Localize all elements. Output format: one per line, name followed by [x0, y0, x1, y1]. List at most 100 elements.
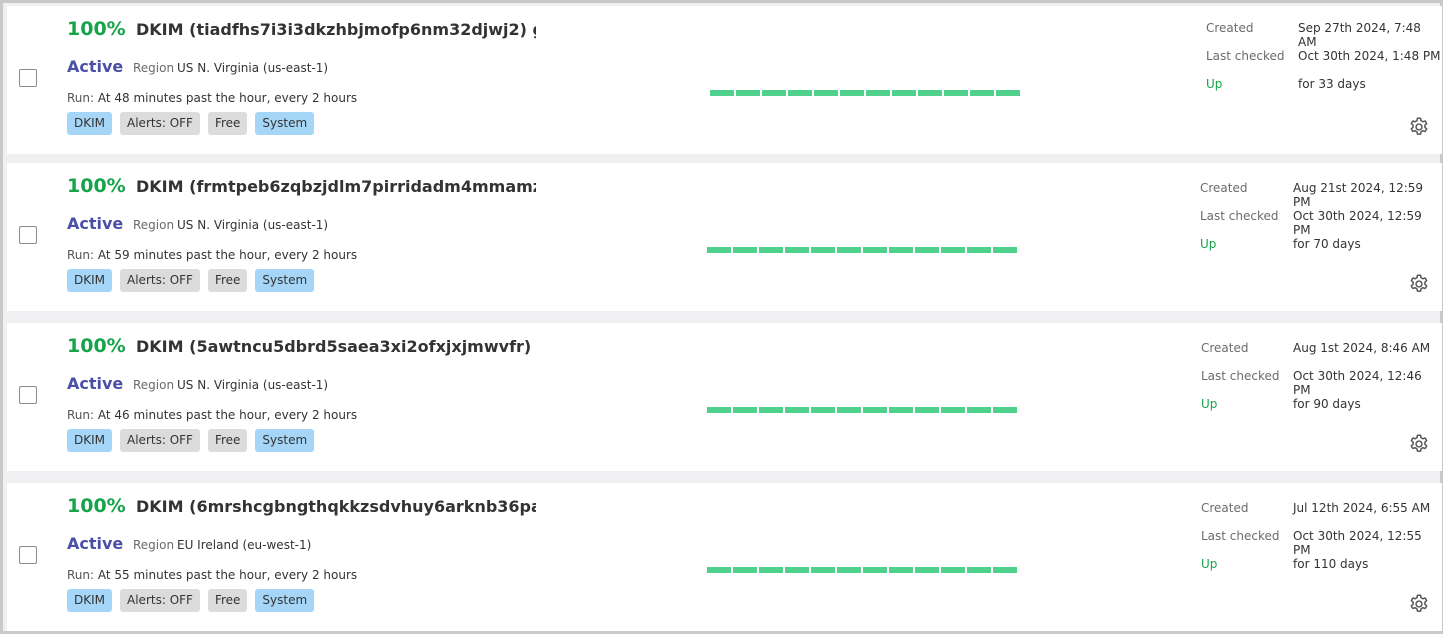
uptime-bar-segment[interactable] [788, 90, 812, 96]
monitor-title[interactable]: DKIM (5awtncu5dbrd5saea3xi2ofxjxjmwvfr) … [136, 337, 536, 356]
uptime-bar-segment[interactable] [707, 407, 731, 413]
run-schedule: Run: At 48 minutes past the hour, every … [67, 91, 357, 105]
uptime-bar-segment[interactable] [707, 567, 731, 573]
select-checkbox[interactable] [19, 546, 37, 564]
uptime-bar-segment[interactable] [707, 247, 731, 253]
last-checked-value: Oct 30th 2024, 12:59 PM [1293, 209, 1422, 237]
select-checkbox[interactable] [19, 226, 37, 244]
uptime-bar-segment[interactable] [759, 407, 783, 413]
uptime-bar-segment[interactable] [814, 90, 838, 96]
tag-plan[interactable]: Free [207, 589, 248, 612]
last-checked-label: Last checked [1201, 529, 1280, 543]
uptime-bar-segment[interactable] [785, 247, 809, 253]
last-checked-label: Last checked [1201, 369, 1280, 383]
uptime-bar-segment[interactable] [733, 567, 757, 573]
uptime-bar-segment[interactable] [866, 90, 890, 96]
state-duration: for 70 days [1293, 237, 1361, 251]
tag-system[interactable]: System [255, 429, 315, 452]
created-label: Created [1206, 21, 1254, 35]
uptime-bar-segment[interactable] [837, 407, 861, 413]
uptime-bar-segment[interactable] [967, 247, 991, 253]
uptime-percentage: 100% [67, 175, 126, 197]
uptime-bar-segment[interactable] [996, 90, 1020, 96]
tag-dkim[interactable]: DKIM [67, 112, 113, 135]
monitor-title[interactable]: DKIM (frmtpeb6zqbzjdlm7pirridadm4mmamz) … [136, 177, 536, 196]
uptime-bar-segment[interactable] [941, 567, 965, 573]
uptime-bar-segment[interactable] [840, 90, 864, 96]
uptime-bars [707, 567, 1017, 573]
uptime-bar-segment[interactable] [733, 407, 757, 413]
uptime-bar-segment[interactable] [785, 407, 809, 413]
tag-plan[interactable]: Free [207, 269, 248, 292]
region-label: Region [133, 378, 175, 392]
tag-system[interactable]: System [255, 112, 315, 135]
tag-system[interactable]: System [255, 589, 315, 612]
uptime-bar-segment[interactable] [811, 567, 835, 573]
uptime-bar-segment[interactable] [970, 90, 994, 96]
uptime-bar-segment[interactable] [863, 567, 887, 573]
tag-system[interactable]: System [255, 269, 315, 292]
uptime-bar-segment[interactable] [918, 90, 942, 96]
tag-plan[interactable]: Free [207, 429, 248, 452]
tag-dkim[interactable]: DKIM [67, 269, 113, 292]
uptime-bar-segment[interactable] [944, 90, 968, 96]
region-value: US N. Virginia (us-east-1) [177, 61, 329, 75]
gear-icon[interactable] [1408, 433, 1430, 455]
uptime-bar-segment[interactable] [863, 407, 887, 413]
tag-alerts[interactable]: Alerts: OFF [120, 589, 200, 612]
uptime-bar-segment[interactable] [967, 407, 991, 413]
uptime-bar-segment[interactable] [733, 247, 757, 253]
run-label: Run: [67, 568, 95, 582]
tag-plan[interactable]: Free [207, 112, 248, 135]
uptime-bar-segment[interactable] [837, 247, 861, 253]
monitor-card: 100% DKIM (5awtncu5dbrd5saea3xi2ofxjxjmw… [7, 323, 1442, 471]
uptime-bar-segment[interactable] [710, 90, 734, 96]
uptime-bar-segment[interactable] [915, 247, 939, 253]
uptime-bar-segment[interactable] [941, 247, 965, 253]
gear-icon[interactable] [1408, 273, 1430, 295]
select-checkbox[interactable] [19, 386, 37, 404]
gear-icon[interactable] [1408, 593, 1430, 615]
tag-dkim[interactable]: DKIM [67, 429, 113, 452]
uptime-bar-segment[interactable] [759, 247, 783, 253]
uptime-bar-segment[interactable] [736, 90, 760, 96]
status-label: Active [67, 214, 124, 233]
region-label: Region [133, 61, 175, 75]
uptime-bar-segment[interactable] [785, 567, 809, 573]
tag-list: DKIM Alerts: OFF Free System [67, 269, 315, 292]
uptime-bar-segment[interactable] [993, 407, 1017, 413]
region-value: US N. Virginia (us-east-1) [177, 218, 329, 232]
uptime-bar-segment[interactable] [889, 407, 913, 413]
created-label: Created [1201, 501, 1249, 515]
uptime-bar-segment[interactable] [863, 247, 887, 253]
state-label: Up [1201, 557, 1218, 571]
uptime-bar-segment[interactable] [811, 407, 835, 413]
uptime-bar-segment[interactable] [993, 567, 1017, 573]
uptime-bar-segment[interactable] [837, 567, 861, 573]
region-label: Region [133, 538, 175, 552]
uptime-bar-segment[interactable] [967, 567, 991, 573]
uptime-bar-segment[interactable] [811, 247, 835, 253]
run-label: Run: [67, 408, 95, 422]
created-value: Aug 21st 2024, 12:59 PM [1293, 181, 1424, 209]
uptime-bar-segment[interactable] [762, 90, 786, 96]
gear-icon[interactable] [1408, 116, 1430, 138]
uptime-bar-segment[interactable] [993, 247, 1017, 253]
monitor-title[interactable]: DKIM (6mrshcgbngthqkkzsdvhuy6arknb36pa) … [136, 497, 536, 516]
select-checkbox[interactable] [19, 69, 37, 87]
uptime-bar-segment[interactable] [759, 567, 783, 573]
uptime-bar-segment[interactable] [915, 567, 939, 573]
tag-alerts[interactable]: Alerts: OFF [120, 429, 200, 452]
uptime-bar-segment[interactable] [941, 407, 965, 413]
uptime-bar-segment[interactable] [889, 567, 913, 573]
region-value: EU Ireland (eu-west-1) [177, 538, 312, 552]
tag-dkim[interactable]: DKIM [67, 589, 113, 612]
uptime-bar-segment[interactable] [915, 407, 939, 413]
monitor-title[interactable]: DKIM (tiadfhs7i3i3dkzhbjmofp6nm32djwj2) … [136, 20, 536, 39]
run-value: At 59 minutes past the hour, every 2 hou… [97, 248, 358, 262]
uptime-bars [710, 90, 1020, 96]
uptime-bar-segment[interactable] [889, 247, 913, 253]
tag-alerts[interactable]: Alerts: OFF [120, 112, 200, 135]
uptime-bar-segment[interactable] [892, 90, 916, 96]
tag-alerts[interactable]: Alerts: OFF [120, 269, 200, 292]
